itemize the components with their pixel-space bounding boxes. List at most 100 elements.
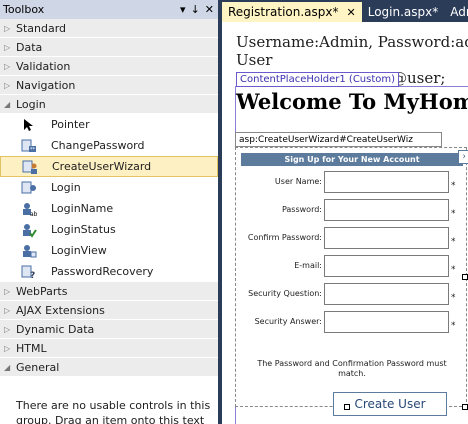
toolbox-item-changepassword[interactable]: ** ChangePassword [0, 135, 218, 156]
login-status-icon [20, 222, 38, 238]
content-placeholder-tag[interactable]: ContentPlaceHolder1 (Custom) [236, 72, 400, 87]
expand-icon: ▷ [4, 343, 11, 353]
expand-icon: ▷ [4, 80, 11, 90]
email-input[interactable] [324, 255, 449, 277]
create-user-button[interactable]: Create User [333, 392, 447, 416]
group-label: Data [16, 40, 43, 54]
group-general[interactable]: ◢ General [0, 358, 218, 377]
smart-tag-button[interactable]: › [458, 150, 468, 164]
required-mark: * [451, 181, 456, 191]
group-dynamic-data[interactable]: ▷ Dynamic Data [0, 320, 218, 339]
required-mark: * [451, 237, 456, 247]
toolbox-item-createuserwizard[interactable]: CreateUserWizard [0, 156, 218, 177]
pin-icon[interactable]: ↓ [191, 3, 200, 16]
tab-admin[interactable]: Adm [444, 2, 468, 22]
expand-icon: ▷ [4, 42, 11, 52]
item-label: Login [51, 181, 81, 194]
pointer-icon [20, 117, 38, 133]
tab-label: Login.aspx* [367, 5, 439, 19]
required-mark: * [451, 209, 456, 219]
group-label: HTML [16, 341, 47, 355]
group-label: Standard [16, 21, 67, 35]
group-label: Navigation [16, 78, 76, 92]
resize-handle-bottom-right[interactable] [462, 404, 468, 410]
username-input[interactable] [324, 171, 449, 193]
welcome-heading: Welcome To MyHomeL [236, 89, 468, 114]
toolbox-item-loginname[interactable]: ab LoginName [0, 198, 218, 219]
group-ajax-extensions[interactable]: ▷ AJAX Extensions [0, 301, 218, 320]
create-user-wizard[interactable]: Sign Up for Your New Account User Name: … [235, 147, 468, 416]
item-label: LoginName [51, 202, 114, 215]
expand-icon: ▷ [4, 286, 11, 296]
empty-group-message: There are no usable controls in this gro… [16, 399, 211, 424]
toolbox-title: Toolbox [3, 3, 45, 16]
svg-text:?: ? [30, 271, 35, 280]
wizard-header: Sign Up for Your New Account [241, 153, 463, 166]
field-row-password: Password: * [236, 199, 468, 221]
dropdown-icon[interactable]: ▾ [180, 3, 186, 16]
required-mark: * [451, 265, 456, 275]
item-label: ChangePassword [51, 139, 145, 152]
field-row-confirm-password: Confirm Password: * [236, 227, 468, 249]
group-navigation[interactable]: ▷ Navigation [0, 76, 218, 95]
change-password-icon: ** [20, 138, 38, 154]
group-html[interactable]: ▷ HTML [0, 339, 218, 358]
field-row-username: User Name: * [236, 171, 468, 193]
field-row-email: E-mail: * [236, 255, 468, 277]
username-label: User Name: [274, 177, 322, 186]
tab-login[interactable]: Login.aspx* [362, 2, 445, 22]
toolbox-item-passwordrecovery[interactable]: ? PasswordRecovery [0, 261, 218, 282]
security-question-input[interactable] [324, 283, 449, 305]
design-surface[interactable]: Username:Admin, Password:admin , User @u… [222, 22, 468, 424]
resize-handle-bottom[interactable] [344, 404, 350, 410]
toolbox-panel: Toolbox ▾ ↓ ✕ ▷ Standard ▷ Data ▷ Validatio… [0, 0, 218, 424]
collapse-icon: ◢ [4, 99, 11, 109]
required-mark: * [451, 293, 456, 303]
expand-icon: ▷ [4, 305, 11, 315]
close-icon[interactable]: ✕ [205, 3, 214, 16]
confirm-password-input[interactable] [324, 227, 449, 249]
toolbox-item-pointer[interactable]: Pointer [0, 114, 218, 135]
document-tabs: Registration.aspx* ✕ Login.aspx* Adm [222, 0, 468, 22]
group-webparts[interactable]: ▷ WebParts [0, 282, 218, 301]
group-validation[interactable]: ▷ Validation [0, 57, 218, 76]
group-label: General [16, 360, 60, 374]
toolbox-item-login[interactable]: Login [0, 177, 218, 198]
group-data[interactable]: ▷ Data [0, 38, 218, 57]
tab-registration[interactable]: Registration.aspx* ✕ [222, 2, 362, 22]
login-name-icon: ab [20, 201, 38, 217]
page-text-credentials: Username:Admin, Password:admin , [236, 33, 468, 51]
toolbox-item-loginview[interactable]: LoginView [0, 240, 218, 261]
toolbox-titlebar: Toolbox ▾ ↓ ✕ [0, 0, 218, 19]
login-view-icon [20, 243, 38, 259]
expand-icon: ▷ [4, 324, 11, 334]
editor-area: Registration.aspx* ✕ Login.aspx* Adm Use… [222, 0, 468, 424]
group-label: WebParts [16, 284, 68, 298]
password-input[interactable] [324, 199, 449, 221]
wizard-control-tag[interactable]: asp:CreateUserWizard#CreateUserWiz [235, 132, 442, 147]
group-label: AJAX Extensions [16, 303, 105, 317]
security-answer-input[interactable] [324, 311, 449, 333]
item-label: CreateUserWizard [52, 160, 152, 173]
group-login[interactable]: ◢ Login [0, 95, 218, 114]
close-tab-icon[interactable]: ✕ [347, 6, 356, 19]
field-row-security-question: Security Question: * [236, 283, 468, 305]
item-label: Pointer [51, 118, 90, 131]
security-question-label: Security Question: [248, 289, 322, 298]
resize-handle-right[interactable] [462, 274, 468, 280]
security-answer-label: Security Answer: [254, 317, 322, 326]
svg-text:**: ** [30, 147, 36, 153]
expand-icon: ▷ [4, 61, 11, 71]
required-mark: * [451, 321, 456, 331]
group-label: Validation [16, 59, 71, 73]
toolbox-item-loginstatus[interactable]: LoginStatus [0, 219, 218, 240]
expand-icon: ▷ [4, 23, 11, 33]
collapse-icon: ◢ [4, 362, 11, 372]
confirm-password-label: Confirm Password: [247, 233, 322, 242]
item-label: LoginView [51, 244, 107, 257]
compare-validator-message: The Password and Confirmation Password m… [257, 359, 447, 378]
create-user-wizard-icon [21, 159, 39, 175]
login-icon [20, 180, 38, 196]
password-label: Password: [281, 205, 322, 214]
group-standard[interactable]: ▷ Standard [0, 19, 218, 38]
